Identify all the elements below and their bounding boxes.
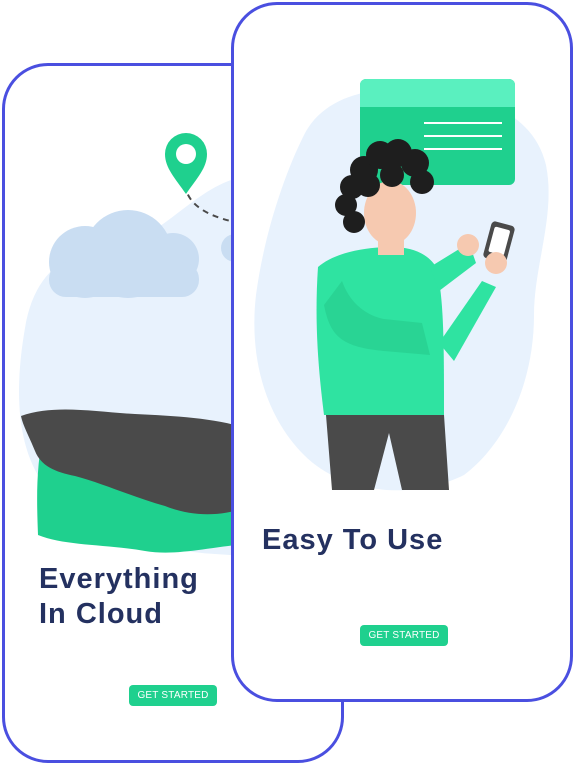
screen-title: Easy To Use	[262, 524, 444, 556]
get-started-button[interactable]: GET STARTED	[129, 685, 217, 706]
onboarding-screen-easy: Easy To Use GET STARTED	[231, 2, 573, 702]
title-line-2: In Cloud	[39, 598, 163, 630]
title-line-1: Everything	[39, 563, 199, 595]
location-pin-icon	[165, 133, 207, 194]
person-illustration	[254, 79, 549, 491]
land-mass	[21, 409, 255, 553]
get-started-button[interactable]: GET STARTED	[360, 625, 448, 646]
screen-title: Everything In Cloud	[39, 562, 199, 632]
